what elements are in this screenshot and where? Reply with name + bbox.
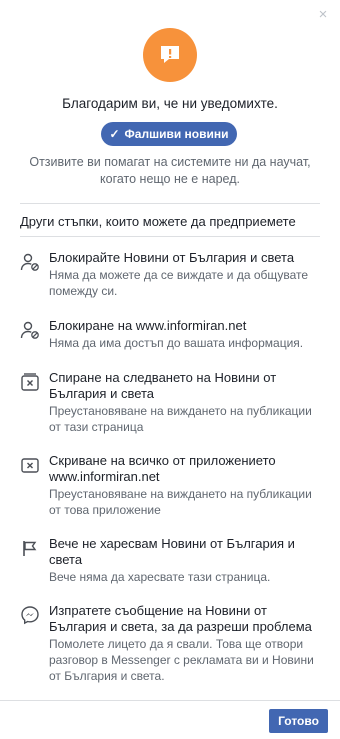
action-block-app[interactable]: Блокиране на www.informiran.net Няма да … [20,318,325,351]
action-title: Изпратете съобщение на Новини от Българи… [49,603,312,634]
action-unlike[interactable]: Вече не харесвам Новини от България и св… [20,536,325,585]
action-hide-app[interactable]: Скриване на всичко от приложението www.i… [20,453,325,518]
action-subtitle: Вече няма да харесвате тази страница. [49,570,271,584]
action-title: Спиране на следването на Новини от Бълга… [49,370,277,401]
action-title: Блокиране на www.informiran.net [49,318,247,333]
action-subtitle: Преустановяване на виждането на публикац… [49,404,312,434]
divider [20,203,320,204]
action-title: Вече не харесвам Новини от България и св… [49,536,295,567]
action-subtitle: Преустановяване на виждането на публикац… [49,487,312,517]
hide-app-icon [20,455,40,475]
done-button[interactable]: Готово [269,709,328,733]
unfollow-icon [20,372,40,392]
feedback-description: Отзивите ви помагат на системите ни да н… [29,155,311,186]
check-icon: ✓ [109,127,120,141]
action-subtitle: Няма да има достъп до вашата информация. [49,336,304,350]
block-person-icon [20,320,40,340]
action-block-page[interactable]: Блокирайте Новини от България и света Ня… [20,250,325,299]
report-tag-label: Фалшиви новини [124,127,229,141]
alert-icon [143,28,197,82]
divider [20,236,320,237]
section-title: Други стъпки, които можете да предприеме… [20,214,296,229]
block-person-icon [20,252,40,272]
action-subtitle: Няма да можете да се виждате и да общува… [49,268,309,298]
report-tag[interactable]: ✓ Фалшиви новини [101,122,237,146]
action-unfollow[interactable]: Спиране на следването на Новини от Бълга… [20,370,325,435]
thanks-message: Благодарим ви, че ни уведомихте. [62,96,278,111]
messenger-icon [20,605,40,625]
action-message-page[interactable]: Изпратете съобщение на Новини от Българи… [20,603,325,684]
footer-divider [0,700,340,701]
flag-icon [20,538,40,558]
action-title: Блокирайте Новини от България и света [49,250,295,265]
action-subtitle: Помолете лицето да я свали. Това ще отво… [49,637,314,683]
action-title: Скриване на всичко от приложението www.i… [49,453,276,484]
close-icon[interactable]: × [316,7,330,22]
